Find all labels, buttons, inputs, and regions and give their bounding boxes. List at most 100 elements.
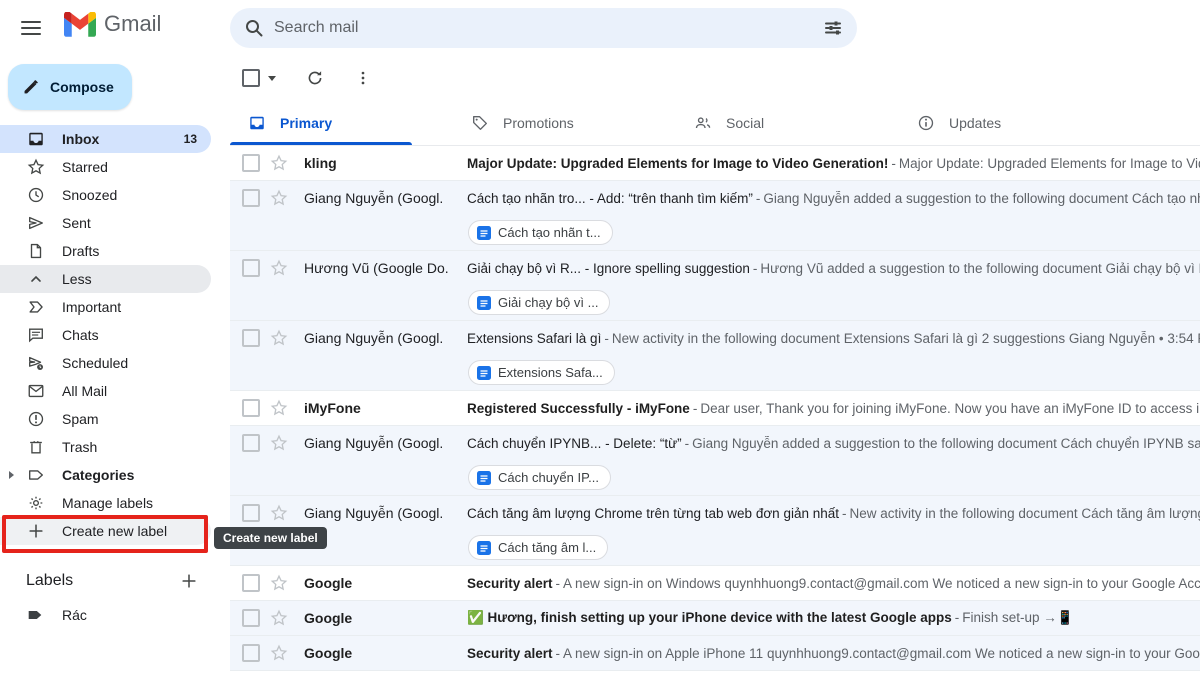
envelope-icon — [26, 381, 46, 401]
attachment-chip-label: Giải chạy bộ vì ... — [498, 295, 598, 310]
sidebar-item-spam[interactable]: Spam — [0, 405, 211, 433]
row-checkbox[interactable] — [242, 609, 260, 627]
star-icon — [26, 157, 46, 177]
sidebar: Compose Inbox 13 Starred Snoozed — [0, 56, 222, 675]
star-toggle-icon[interactable] — [270, 259, 288, 277]
hamburger-menu-icon[interactable] — [18, 16, 44, 40]
row-checkbox[interactable] — [242, 504, 260, 522]
tab-social[interactable]: Social — [676, 100, 899, 145]
inbox-tabs: Primary Promotions Social Updates — [230, 100, 1200, 146]
clock-icon — [26, 185, 46, 205]
search-input[interactable] — [274, 19, 813, 37]
row-checkbox[interactable] — [242, 259, 260, 277]
separator: - — [693, 401, 698, 416]
email-row[interactable]: Google Security alert-A new sign-in on W… — [230, 566, 1200, 601]
attachment-chip[interactable]: Cách tăng âm l... — [468, 535, 608, 560]
star-toggle-icon[interactable] — [270, 399, 288, 417]
email-subject: Cách tăng âm lượng Chrome trên từng tab … — [467, 506, 839, 521]
row-checkbox[interactable] — [242, 329, 260, 347]
sidebar-item-label: Less — [62, 271, 92, 287]
sidebar-item-trash[interactable]: Trash — [0, 433, 211, 461]
select-all-checkbox[interactable] — [242, 69, 260, 87]
tab-promotions[interactable]: Promotions — [453, 100, 676, 145]
email-row[interactable]: kling Major Update: Upgraded Elements fo… — [230, 146, 1200, 181]
email-row[interactable]: Giang Nguyễn (Googl. Cách chuyển IPYNB..… — [230, 426, 1200, 496]
select-dropdown-icon[interactable] — [268, 76, 276, 81]
tab-primary[interactable]: Primary — [230, 100, 453, 145]
tab-updates[interactable]: Updates — [899, 100, 1122, 145]
star-toggle-icon[interactable] — [270, 189, 288, 207]
gear-icon — [26, 493, 46, 513]
sidebar-item-label: All Mail — [62, 383, 107, 399]
inbox-icon — [26, 129, 46, 149]
email-row[interactable]: Giang Nguyễn (Googl. Cách tăng âm lượng … — [230, 496, 1200, 566]
sidebar-label-rac[interactable]: Rác — [0, 600, 210, 630]
email-sender: Google — [304, 645, 467, 661]
row-checkbox[interactable] — [242, 644, 260, 662]
email-snippet: Finish set-up →📱 — [962, 610, 1073, 625]
sidebar-item-create-new-label[interactable]: Create new label — [0, 517, 211, 545]
email-list: kling Major Update: Upgraded Elements fo… — [230, 146, 1200, 671]
sidebar-item-all-mail[interactable]: All Mail — [0, 377, 211, 405]
attachment-chip[interactable]: Cách chuyển IP... — [468, 465, 611, 490]
row-checkbox[interactable] — [242, 574, 260, 592]
star-toggle-icon[interactable] — [270, 434, 288, 452]
expand-arrow-icon[interactable] — [9, 471, 14, 479]
search-options-icon[interactable] — [823, 18, 843, 38]
attachment-chip-label: Cách tăng âm l... — [498, 540, 596, 555]
sidebar-item-chats[interactable]: Chats — [0, 321, 211, 349]
email-row[interactable]: Hương Vũ (Google Do. Giải chạy bộ vì R..… — [230, 251, 1200, 321]
email-row[interactable]: Giang Nguyễn (Googl. Extensions Safari l… — [230, 321, 1200, 391]
star-toggle-icon[interactable] — [270, 329, 288, 347]
sidebar-item-scheduled[interactable]: Scheduled — [0, 349, 211, 377]
email-snippet: Giang Nguyễn added a suggestion to the f… — [763, 191, 1200, 206]
email-subject: Major Update: Upgraded Elements for Imag… — [467, 156, 888, 171]
star-toggle-icon[interactable] — [270, 574, 288, 592]
primary-inbox-icon — [248, 114, 266, 132]
sidebar-item-label: Important — [62, 299, 121, 315]
spam-icon — [26, 409, 46, 429]
star-toggle-icon[interactable] — [270, 609, 288, 627]
email-sender: Giang Nguyễn (Googl. — [304, 190, 467, 206]
attachment-chip[interactable]: Giải chạy bộ vì ... — [468, 290, 610, 315]
attachment-chip[interactable]: Cách tạo nhãn t... — [468, 220, 613, 245]
search-bar[interactable] — [230, 8, 857, 48]
email-snippet: Giang Nguyễn added a suggestion to the f… — [692, 436, 1200, 451]
create-label-plus-icon[interactable] — [180, 572, 198, 590]
gmail-logo: Gmail — [64, 11, 161, 37]
sidebar-item-snoozed[interactable]: Snoozed — [0, 181, 211, 209]
sidebar-item-inbox[interactable]: Inbox 13 — [0, 125, 211, 153]
sidebar-item-manage-labels[interactable]: Manage labels — [0, 489, 211, 517]
separator: - — [556, 646, 561, 661]
search-icon[interactable] — [244, 18, 264, 38]
star-toggle-icon[interactable] — [270, 644, 288, 662]
email-row[interactable]: Google Security alert-A new sign-in on A… — [230, 636, 1200, 671]
email-row[interactable]: Google ✅ Hương, finish setting up your i… — [230, 601, 1200, 636]
gmail-app: Gmail — [0, 0, 1200, 675]
attachment-chip-label: Cách chuyển IP... — [498, 470, 599, 485]
email-row[interactable]: Giang Nguyễn (Googl. Cách tạo nhãn tro..… — [230, 181, 1200, 251]
sidebar-item-less[interactable]: Less — [0, 265, 211, 293]
attachment-chip[interactable]: Extensions Safa... — [468, 360, 615, 385]
row-checkbox[interactable] — [242, 189, 260, 207]
sidebar-item-starred[interactable]: Starred — [0, 153, 211, 181]
row-checkbox[interactable] — [242, 434, 260, 452]
label-tag-icon — [26, 605, 46, 625]
sidebar-item-categories[interactable]: Categories — [0, 461, 211, 489]
star-toggle-icon[interactable] — [270, 504, 288, 522]
row-checkbox[interactable] — [242, 399, 260, 417]
email-subject: Giải chạy bộ vì R... - Ignore spelling s… — [467, 261, 750, 276]
sidebar-item-important[interactable]: Important — [0, 293, 211, 321]
more-options-icon[interactable] — [354, 69, 372, 87]
gmail-m-icon — [64, 12, 96, 37]
row-checkbox[interactable] — [242, 154, 260, 172]
tab-label: Social — [726, 115, 764, 131]
email-sender: Giang Nguyễn (Googl. — [304, 330, 467, 346]
sidebar-item-drafts[interactable]: Drafts — [0, 237, 211, 265]
sidebar-item-sent[interactable]: Sent — [0, 209, 211, 237]
email-row[interactable]: iMyFone Registered Successfully - iMyFon… — [230, 391, 1200, 426]
star-toggle-icon[interactable] — [270, 154, 288, 172]
chat-icon — [26, 325, 46, 345]
compose-button[interactable]: Compose — [8, 64, 132, 110]
refresh-icon[interactable] — [306, 69, 324, 87]
